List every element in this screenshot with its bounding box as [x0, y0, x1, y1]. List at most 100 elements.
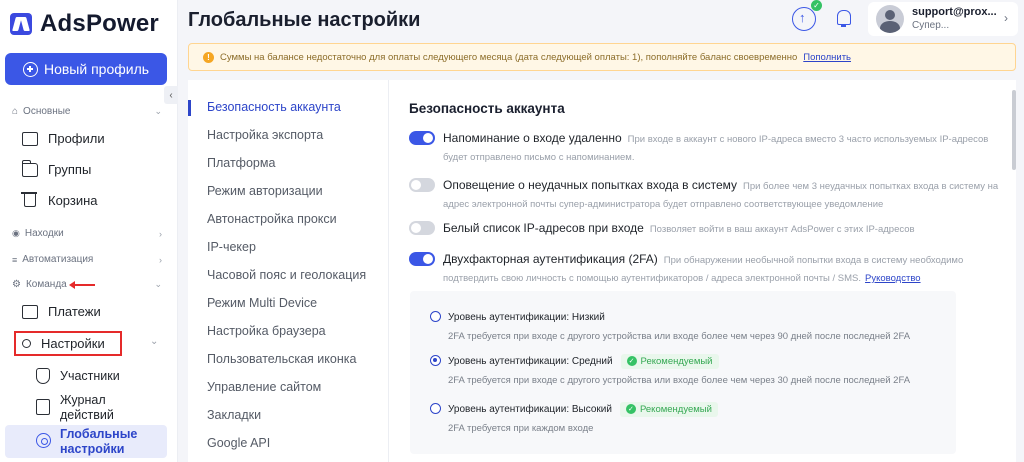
- setting-2fa: Двухфакторная аутентификация (2FA) При об…: [409, 251, 1009, 287]
- settings-nav: Безопасность аккаунта Настройка экспорта…: [188, 80, 388, 462]
- settings-nav-auth-mode[interactable]: Режим авторизации: [207, 184, 323, 198]
- section-main[interactable]: ⌂ Основные ⌄: [12, 106, 162, 117]
- warning-text: Суммы на балансе недостаточно для оплаты…: [220, 51, 798, 63]
- annotation-arrow: [69, 281, 95, 289]
- twofa-levels: Уровень аутентификации: Низкий 2FA требу…: [410, 291, 956, 454]
- sidebar-item-label: Платежи: [48, 304, 101, 319]
- sidebar-item-label: Профили: [48, 131, 105, 146]
- folder-icon: [21, 159, 38, 177]
- bell-icon[interactable]: [832, 7, 856, 31]
- settings-nav-browser[interactable]: Настройка браузера: [207, 324, 326, 338]
- setting-title: Напоминание о входе удаленно: [443, 131, 622, 145]
- top-up-link[interactable]: Пополнить: [803, 52, 851, 63]
- settings-nav-platform[interactable]: Платформа: [207, 156, 275, 170]
- recommended-label: Рекомендуемый: [640, 355, 713, 367]
- radio-low[interactable]: [430, 311, 441, 322]
- setting-title: Двухфакторная аутентификация (2FA): [443, 252, 658, 266]
- check-icon: ✓: [625, 404, 636, 414]
- warning-icon: !: [203, 51, 214, 63]
- twofa-level-medium[interactable]: Уровень аутентификации: Средний ✓ Рекомен…: [430, 353, 950, 386]
- check-icon: ✓: [626, 356, 637, 366]
- level-label: Уровень аутентификации: Низкий: [448, 311, 605, 323]
- section-main-label: Основные: [23, 106, 71, 117]
- section-finds-label: Находки: [24, 228, 64, 239]
- sidebar-item-members[interactable]: Участники: [36, 368, 120, 384]
- level-label: Уровень аутентификации: Высокий: [448, 403, 612, 415]
- level-label: Уровень аутентификации: Средний: [448, 355, 613, 367]
- twofa-level-high[interactable]: Уровень аутентификации: Высокий ✓ Рекомен…: [430, 401, 950, 434]
- trash-icon: [21, 192, 37, 207]
- avatar: [876, 5, 904, 33]
- shield-icon: [36, 368, 50, 384]
- settings-nav-custom-icon[interactable]: Пользовательская иконка: [207, 352, 356, 366]
- check-icon: ✓: [811, 0, 822, 11]
- setting-failed-login-alert: Оповещение о неудачных попытках входа в …: [409, 177, 1009, 213]
- level-desc: 2FA требуется при входе с другого устрой…: [448, 331, 911, 342]
- logo-text: AdsPower: [40, 10, 159, 37]
- sidebar-item-profiles[interactable]: Профили: [22, 131, 105, 146]
- active-indicator: [188, 100, 191, 116]
- twofa-toggle[interactable]: [409, 252, 435, 266]
- recommended-label: Рекомендуемый: [639, 403, 712, 415]
- settings-nav-ip-checker[interactable]: IP-чекер: [207, 240, 256, 254]
- setting-title: Оповещение о неудачных попытках входа в …: [443, 178, 737, 192]
- settings-nav-site-management[interactable]: Управление сайтом: [207, 380, 321, 394]
- section-automation[interactable]: ≡ Автоматизация ›: [12, 254, 162, 265]
- level-desc: 2FA требуется при входе с другого устрой…: [448, 375, 911, 386]
- account-email: support@prox...: [912, 6, 997, 18]
- payments-icon: [22, 304, 38, 319]
- global-settings-icon: [36, 433, 51, 448]
- update-icon[interactable]: [792, 7, 816, 31]
- recommended-badge: ✓ Рекомендуемый: [620, 353, 719, 369]
- sidebar-item-label: Участники: [60, 369, 120, 383]
- account-role: Супер...: [912, 20, 950, 31]
- ip-whitelist-toggle[interactable]: [409, 221, 435, 235]
- scrollbar[interactable]: [1012, 90, 1016, 170]
- sidebar-item-label: Глобальные настройки: [60, 427, 138, 456]
- logo[interactable]: AdsPower: [10, 10, 159, 38]
- setting-remote-login-reminder: Напоминание о входе удаленно При входе в …: [409, 130, 1009, 166]
- section-automation-label: Автоматизация: [22, 254, 94, 265]
- settings-nav-google-api[interactable]: Google API: [207, 436, 270, 450]
- chevron-right-icon: ›: [159, 254, 162, 265]
- settings-nav-bookmarks[interactable]: Закладки: [207, 408, 261, 422]
- compass-icon: ◉: [12, 228, 20, 238]
- chevron-down-icon: ⌄: [154, 279, 162, 289]
- settings-nav-export[interactable]: Настройка экспорта: [207, 128, 323, 142]
- sidebar-item-trash[interactable]: Корзина: [21, 192, 98, 208]
- radio-high[interactable]: [430, 403, 441, 414]
- profiles-icon: [22, 131, 38, 146]
- settings-nav-proxy[interactable]: Автонастройка прокси: [207, 212, 337, 226]
- chevron-right-icon: ›: [1004, 11, 1008, 25]
- remote-login-toggle[interactable]: [409, 131, 435, 145]
- failed-login-toggle[interactable]: [409, 178, 435, 192]
- page-title: Глобальные настройки: [188, 9, 421, 31]
- twofa-level-low[interactable]: Уровень аутентификации: Низкий 2FA требу…: [430, 310, 950, 342]
- collapse-sidebar-button[interactable]: ‹: [164, 86, 178, 104]
- sidebar-item-label: Группы: [48, 162, 92, 177]
- recommended-badge: ✓ Рекомендуемый: [619, 401, 718, 417]
- settings-nav-multi-device[interactable]: Режим Multi Device: [207, 296, 317, 310]
- level-desc: 2FA требуется при каждом входе: [448, 423, 594, 434]
- balance-warning: ! Суммы на балансе недостаточно для опла…: [188, 43, 1016, 71]
- automation-icon: ≡: [12, 254, 18, 265]
- account-menu[interactable]: support@prox... Супер... ›: [868, 2, 1018, 36]
- settings-nav-account-security[interactable]: Безопасность аккаунта: [207, 100, 341, 114]
- home-icon: ⌂: [12, 106, 19, 117]
- sidebar-item-action-log[interactable]: Журнал действий: [36, 393, 130, 423]
- chevron-down-icon: ⌄: [154, 106, 162, 116]
- log-icon: [36, 399, 50, 415]
- sidebar-item-payments[interactable]: Платежи: [22, 304, 101, 319]
- radio-medium[interactable]: [430, 355, 441, 366]
- new-profile-button[interactable]: Новый профиль: [5, 53, 167, 85]
- new-profile-label: Новый профиль: [43, 61, 150, 77]
- setting-desc: Позволяет войти в ваш аккаунт AdsPower с…: [649, 224, 915, 235]
- setting-ip-whitelist: Белый список IP-адресов при входе Позволя…: [409, 220, 1009, 238]
- guide-link[interactable]: Руководство: [865, 273, 921, 284]
- sidebar-item-groups[interactable]: Группы: [21, 159, 92, 177]
- sidebar-item-label: Журнал действий: [60, 393, 114, 422]
- settings-nav-timezone[interactable]: Часовой пояс и геолокация: [207, 268, 366, 282]
- adspower-logo-icon: [10, 13, 32, 35]
- plus-icon: [22, 61, 38, 77]
- section-finds[interactable]: ◉ Находки ›: [12, 228, 162, 239]
